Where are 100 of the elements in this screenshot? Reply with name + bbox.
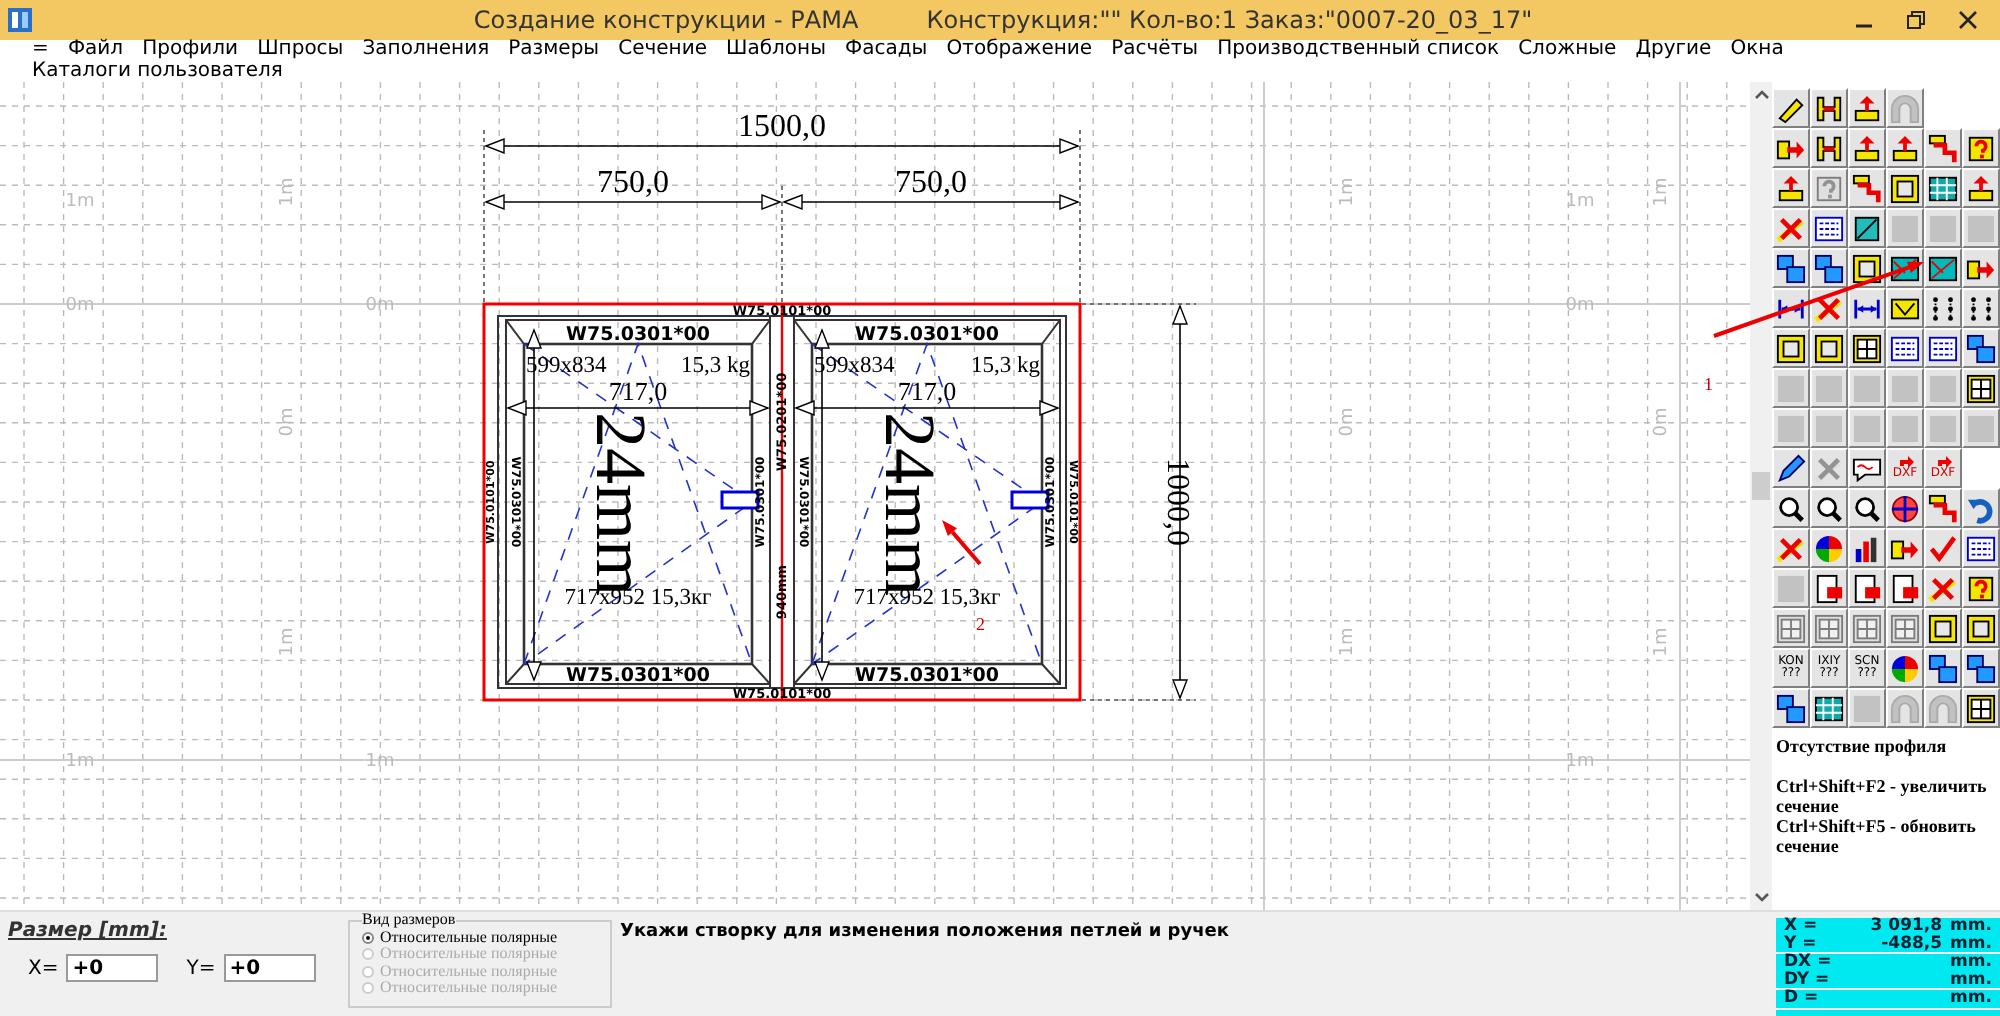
menu-item[interactable]: Каталоги пользователя: [32, 61, 283, 82]
menu-item[interactable]: Сложные: [1518, 40, 1617, 61]
toolbar-button[interactable]: [1848, 168, 1886, 208]
toolbar-button[interactable]: [1962, 688, 2000, 728]
toolbar-button[interactable]: [1772, 328, 1810, 368]
profile-label: W75.0301*00: [855, 665, 999, 687]
toolbar-button[interactable]: [1772, 248, 1810, 288]
toolbar-button[interactable]: [1962, 288, 2000, 328]
toolbar-button[interactable]: [1886, 648, 1924, 688]
toolbar-button[interactable]: [1772, 448, 1810, 488]
help-icon: [1966, 133, 1996, 163]
toolbar-button[interactable]: [1810, 568, 1848, 608]
grid-icon: [1814, 693, 1844, 723]
toolbar-button[interactable]: [1810, 88, 1848, 128]
toolbar-button[interactable]: [1810, 248, 1848, 288]
points-icon: [1966, 293, 1996, 323]
scroll-up-icon[interactable]: [1753, 88, 1769, 100]
toolbar-button[interactable]: [1848, 128, 1886, 168]
toolbar-button[interactable]: [1848, 288, 1886, 328]
toolbar-button[interactable]: [1924, 488, 1962, 528]
menu-item[interactable]: Профили: [142, 40, 239, 61]
toolbar-button[interactable]: [1924, 328, 1962, 368]
toolbar-button[interactable]: [1772, 688, 1810, 728]
document-icon: [1814, 573, 1844, 603]
toolbar-button[interactable]: [1810, 688, 1848, 728]
menu-item[interactable]: Размеры: [508, 40, 600, 61]
toolbar-button[interactable]: [1886, 568, 1924, 608]
table-icon: [1966, 533, 1996, 563]
toolbar-button[interactable]: [1810, 528, 1848, 568]
toolbar-button[interactable]: [1848, 208, 1886, 248]
scroll-down-icon[interactable]: [1753, 892, 1769, 904]
toolbar-button[interactable]: [1962, 368, 2000, 408]
toolbar-button[interactable]: [1962, 328, 2000, 368]
undo-icon: [1966, 493, 1996, 523]
toolbar-button[interactable]: [1924, 168, 1962, 208]
radio-button[interactable]: [362, 931, 374, 944]
toolbar-button[interactable]: [1886, 288, 1924, 328]
menu-item[interactable]: Заполнения: [362, 40, 490, 61]
toolbar-button[interactable]: [1962, 528, 2000, 568]
close-icon[interactable]: [1956, 8, 1980, 32]
toolbar-button[interactable]: [1810, 488, 1848, 528]
toolbar-button[interactable]: [1848, 528, 1886, 568]
toolbar-button[interactable]: [1924, 248, 1962, 288]
toolbar-button[interactable]: [1886, 328, 1924, 368]
menu-item[interactable]: Шаблоны: [726, 40, 826, 61]
menu-item[interactable]: Другие: [1635, 40, 1712, 61]
menu-item[interactable]: Сечение: [618, 40, 707, 61]
toolbar-button[interactable]: [1848, 568, 1886, 608]
toolbar-button[interactable]: [1962, 608, 2000, 648]
group-title: Вид размеров: [362, 912, 456, 929]
toolbar-button[interactable]: [1810, 208, 1848, 248]
menu-item[interactable]: Производственный список: [1217, 40, 1500, 61]
menu-item[interactable]: Окна: [1730, 40, 1784, 61]
toolbar-button[interactable]: [1924, 608, 1962, 648]
menu-item[interactable]: Файл: [67, 40, 124, 61]
toolbar-button[interactable]: [1848, 248, 1886, 288]
toolbar-button[interactable]: [1810, 128, 1848, 168]
menu-item[interactable]: =: [32, 40, 49, 61]
toolbar-button[interactable]: [1962, 168, 2000, 208]
toolbar-button[interactable]: [1772, 168, 1810, 208]
menu-item[interactable]: Фасады: [845, 40, 928, 61]
toolbar-button[interactable]: [1848, 488, 1886, 528]
table-icon: [1890, 333, 1920, 363]
toolbar-button[interactable]: [1962, 648, 2000, 688]
toolbar-button[interactable]: [1848, 88, 1886, 128]
cross-icon: [1814, 453, 1844, 483]
scrollbar-thumb[interactable]: [1752, 472, 1770, 500]
toolbar-button[interactable]: [1886, 488, 1924, 528]
blank-icon: [1928, 373, 1958, 403]
toolbar-button[interactable]: [1962, 248, 2000, 288]
y-field[interactable]: +0: [223, 954, 316, 982]
coordinate-label: DY =: [1784, 971, 1832, 988]
toolbar-button[interactable]: [1886, 528, 1924, 568]
toolbar-button[interactable]: [1924, 128, 1962, 168]
menu-item[interactable]: Расчёты: [1111, 40, 1199, 61]
extension-line: [781, 185, 783, 303]
frame-icon: [1852, 253, 1882, 283]
toolbar-button[interactable]: [1772, 88, 1810, 128]
toolbar-button[interactable]: [1772, 488, 1810, 528]
toolbar-button[interactable]: [1772, 128, 1810, 168]
menu-item[interactable]: Шпросы: [257, 40, 344, 61]
cross-icon: [1814, 293, 1844, 323]
toolbar-button[interactable]: [1848, 328, 1886, 368]
toolbar-button[interactable]: [1848, 448, 1886, 488]
toolbar-button[interactable]: [1962, 568, 2000, 608]
toolbar-button[interactable]: [1924, 648, 1962, 688]
help-icon: [1966, 573, 1996, 603]
toolbar-button[interactable]: [1924, 288, 1962, 328]
toolbar-button[interactable]: [1810, 328, 1848, 368]
toolbar-button[interactable]: [1886, 168, 1924, 208]
x-field[interactable]: +0: [66, 954, 159, 982]
restore-icon[interactable]: [1904, 8, 1928, 32]
toolbar-button[interactable]: [1886, 128, 1924, 168]
menu-item[interactable]: Отображение: [946, 40, 1093, 61]
window-title: Создание конструкции - РАМА: [473, 6, 859, 34]
toolbar-button[interactable]: [1962, 128, 2000, 168]
app-icon: [6, 6, 34, 34]
toolbar-button[interactable]: [1962, 488, 2000, 528]
radio-label: Относительные полярные: [380, 929, 558, 946]
grid-label: 1m: [65, 192, 95, 212]
